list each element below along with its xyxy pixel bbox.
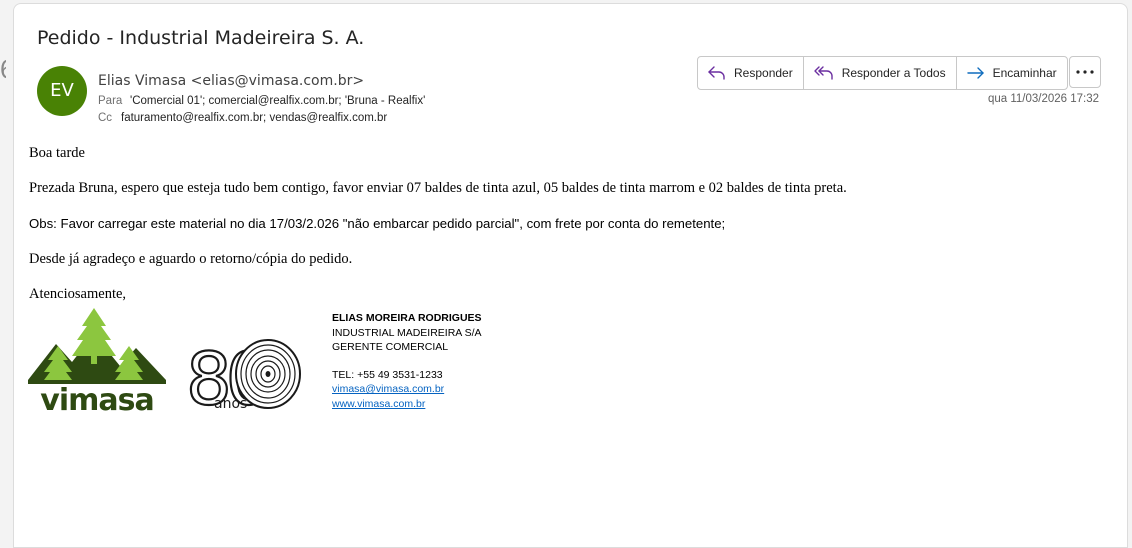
- eighty-years-logo: 80 anos: [186, 336, 301, 412]
- signature-website-link[interactable]: www.vimasa.com.br: [332, 398, 425, 410]
- reply-all-label: Responder a Todos: [841, 66, 946, 80]
- cc-recipients[interactable]: faturamento@realfix.com.br; vendas@realf…: [121, 112, 387, 124]
- anniversary-word: anos: [214, 396, 247, 412]
- cc-label: Cc: [98, 112, 113, 124]
- reply-all-icon: [814, 66, 833, 80]
- email-subject: Pedido - Industrial Madeireira S. A.: [37, 27, 365, 49]
- vimasa-logo-text: vimasa: [40, 383, 153, 412]
- to-recipients[interactable]: 'Comercial 01'; comercial@realfix.com.br…: [130, 95, 425, 107]
- reply-all-button[interactable]: Responder a Todos: [802, 57, 956, 89]
- more-actions-button[interactable]: [1069, 56, 1101, 88]
- signature-company: INDUSTRIAL MADEIREIRA S/A: [332, 326, 482, 339]
- body-paragraph-thanks: Desde já agradeço e aguardo o retorno/có…: [29, 251, 353, 267]
- to-line: Para 'Comercial 01'; comercial@realfix.co…: [98, 95, 425, 107]
- body-greeting: Boa tarde: [29, 145, 85, 161]
- signature-email-link[interactable]: vimasa@vimasa.com.br: [332, 383, 444, 395]
- reading-pane: Pedido - Industrial Madeireira S. A. EV …: [13, 3, 1128, 548]
- signature-name: ELIAS MOREIRA RODRIGUES: [332, 312, 482, 324]
- cc-line: Cc faturamento@realfix.com.br; vendas@rea…: [98, 112, 387, 124]
- forward-label: Encaminhar: [992, 66, 1057, 80]
- reply-label: Responder: [734, 66, 793, 80]
- reply-button[interactable]: Responder: [698, 57, 803, 89]
- body-paragraph-obs: Obs: Favor carregar este material no dia…: [29, 216, 726, 231]
- reply-icon: [708, 66, 725, 80]
- signature-block: ELIAS MOREIRA RODRIGUES INDUSTRIAL MADEI…: [332, 311, 482, 411]
- to-label: Para: [98, 95, 123, 107]
- sender-name[interactable]: Elias Vimasa <elias@vimasa.com.br>: [98, 73, 364, 89]
- more-icon: [1076, 70, 1094, 74]
- received-datetime: qua 11/03/2026 17:32: [987, 93, 1099, 105]
- message-actions: Responder Responder a Todos Encaminhar: [697, 56, 1068, 90]
- left-edge-fragment-icon: 6: [0, 55, 6, 83]
- sender-avatar[interactable]: EV: [37, 66, 87, 116]
- body-closing: Atenciosamente,: [29, 286, 127, 302]
- signature-role: GERENTE COMERCIAL: [332, 341, 449, 353]
- body-paragraph-request: Prezada Bruna, espero que esteja tudo be…: [29, 180, 847, 196]
- signature-phone: TEL: +55 49 3531-1233: [332, 368, 443, 381]
- vimasa-logo: vimasa: [28, 308, 166, 412]
- forward-button[interactable]: Encaminhar: [955, 57, 1067, 89]
- forward-icon: [966, 67, 984, 79]
